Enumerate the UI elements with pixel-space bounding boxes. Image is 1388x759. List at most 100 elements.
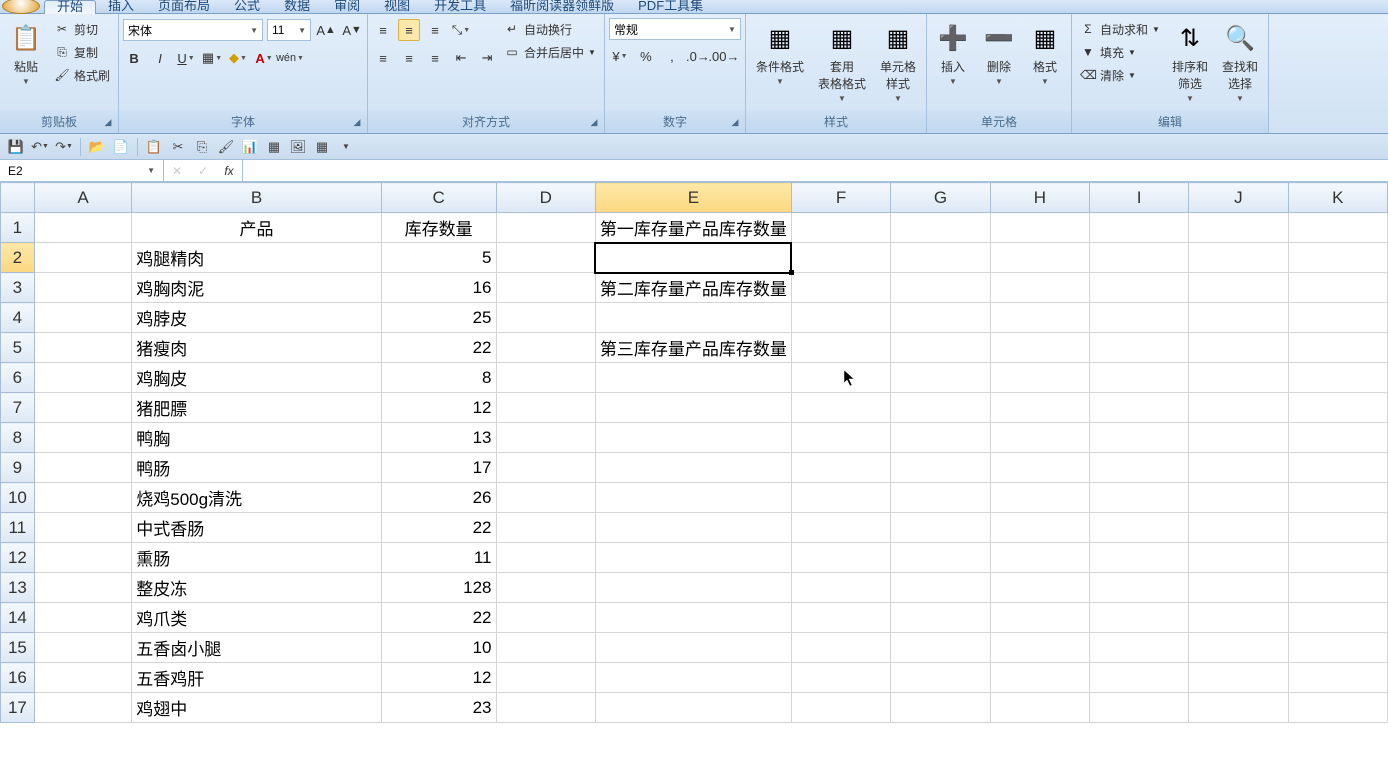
qat-paste-button[interactable]: 📋 [144,137,164,157]
cell-B13[interactable]: 整皮冻 [132,573,382,603]
cell-E3[interactable]: 第二库存量产品库存数量 [595,273,791,303]
cell-G14[interactable] [891,603,990,633]
cell-G17[interactable] [891,693,990,723]
save-button[interactable]: 💾 [6,137,26,157]
cell-F14[interactable] [791,603,890,633]
copy-button[interactable]: ⎘复制 [50,41,114,63]
col-header-F[interactable]: F [791,183,890,213]
cell-F16[interactable] [791,663,890,693]
cell-J13[interactable] [1189,573,1288,603]
cell-F4[interactable] [791,303,890,333]
spreadsheet-grid[interactable]: ABCDEFGHIJK 1产品库存数量第一库存量产品库存数量2鸡腿精肉53鸡胸肉… [0,182,1388,759]
row-header-10[interactable]: 10 [1,483,35,513]
row-header-3[interactable]: 3 [1,273,35,303]
dialog-launcher-icon[interactable]: ◢ [351,117,363,129]
cell-E16[interactable] [595,663,791,693]
cell-A10[interactable] [34,483,131,513]
cell-I11[interactable] [1090,513,1189,543]
cell-I5[interactable] [1090,333,1189,363]
cell-F8[interactable] [791,423,890,453]
cell-C9[interactable]: 17 [381,453,496,483]
row-header-12[interactable]: 12 [1,543,35,573]
number-format-select[interactable]: 常规▼ [609,18,741,40]
cancel-edit-button[interactable]: ✕ [164,164,190,178]
col-header-C[interactable]: C [381,183,496,213]
cell-K8[interactable] [1288,423,1387,453]
cell-D4[interactable] [496,303,595,333]
cell-J6[interactable] [1189,363,1288,393]
cell-I8[interactable] [1090,423,1189,453]
row-header-14[interactable]: 14 [1,603,35,633]
cell-D5[interactable] [496,333,595,363]
cell-J7[interactable] [1189,393,1288,423]
cell-H13[interactable] [990,573,1089,603]
cell-D15[interactable] [496,633,595,663]
col-header-G[interactable]: G [891,183,990,213]
orientation-button[interactable]: ⤡▼ [450,19,472,41]
cell-J10[interactable] [1189,483,1288,513]
chevron-down-icon[interactable]: ▼ [298,26,306,35]
cell-E4[interactable] [595,303,791,333]
cell-D3[interactable] [496,273,595,303]
cell-G16[interactable] [891,663,990,693]
decrease-font-button[interactable]: A▼ [341,19,363,41]
row-header-6[interactable]: 6 [1,363,35,393]
cell-K10[interactable] [1288,483,1387,513]
cell-J11[interactable] [1189,513,1288,543]
cut-button[interactable]: ✂剪切 [50,18,114,40]
tab-公式[interactable]: 公式 [222,0,272,14]
cell-C11[interactable]: 22 [381,513,496,543]
cell-B14[interactable]: 鸡爪类 [132,603,382,633]
font-name-input[interactable]: 宋体▼ [123,19,263,41]
cell-B16[interactable]: 五香鸡肝 [132,663,382,693]
merge-center-button[interactable]: ▭合并后居中▼ [500,41,600,63]
cell-K13[interactable] [1288,573,1387,603]
cell-C13[interactable]: 128 [381,573,496,603]
format-cells-button[interactable]: ▦格式▼ [1023,18,1067,90]
row-header-7[interactable]: 7 [1,393,35,423]
cell-J12[interactable] [1189,543,1288,573]
cell-E8[interactable] [595,423,791,453]
cell-I17[interactable] [1090,693,1189,723]
cell-C16[interactable]: 12 [381,663,496,693]
cell-I3[interactable] [1090,273,1189,303]
tab-插入[interactable]: 插入 [96,0,146,14]
cell-J8[interactable] [1189,423,1288,453]
cell-G4[interactable] [891,303,990,333]
cell-styles-button[interactable]: ▦单元格 样式▼ [874,18,922,107]
cell-J16[interactable] [1189,663,1288,693]
cell-H2[interactable] [990,243,1089,273]
cell-E11[interactable] [595,513,791,543]
cell-E17[interactable] [595,693,791,723]
dialog-launcher-icon[interactable]: ◢ [102,117,114,129]
cell-B7[interactable]: 猪肥膘 [132,393,382,423]
cell-D2[interactable] [496,243,595,273]
cell-K4[interactable] [1288,303,1387,333]
qat-cut-button[interactable]: ✂ [168,137,188,157]
cell-D8[interactable] [496,423,595,453]
cell-A11[interactable] [34,513,131,543]
cell-D14[interactable] [496,603,595,633]
font-size-input[interactable]: 11▼ [267,19,311,41]
confirm-edit-button[interactable]: ✓ [190,164,216,178]
cell-K9[interactable] [1288,453,1387,483]
increase-indent-button[interactable]: ⇥ [476,47,498,69]
decrease-indent-button[interactable]: ⇤ [450,47,472,69]
tab-福昕阅读器领鲜版[interactable]: 福昕阅读器领鲜版 [498,0,626,14]
cell-H10[interactable] [990,483,1089,513]
cell-E1[interactable]: 第一库存量产品库存数量 [595,213,791,243]
cell-C12[interactable]: 11 [381,543,496,573]
cell-B17[interactable]: 鸡翅中 [132,693,382,723]
cell-F6[interactable] [791,363,890,393]
qat-misc-button[interactable]: ▦ [312,137,332,157]
col-header-J[interactable]: J [1189,183,1288,213]
cell-C3[interactable]: 16 [381,273,496,303]
cell-D7[interactable] [496,393,595,423]
cell-B15[interactable]: 五香卤小腿 [132,633,382,663]
cell-G11[interactable] [891,513,990,543]
cell-B12[interactable]: 熏肠 [132,543,382,573]
cell-D16[interactable] [496,663,595,693]
cell-C6[interactable]: 8 [381,363,496,393]
cell-I9[interactable] [1090,453,1189,483]
chevron-down-icon[interactable]: ▼ [147,166,155,175]
